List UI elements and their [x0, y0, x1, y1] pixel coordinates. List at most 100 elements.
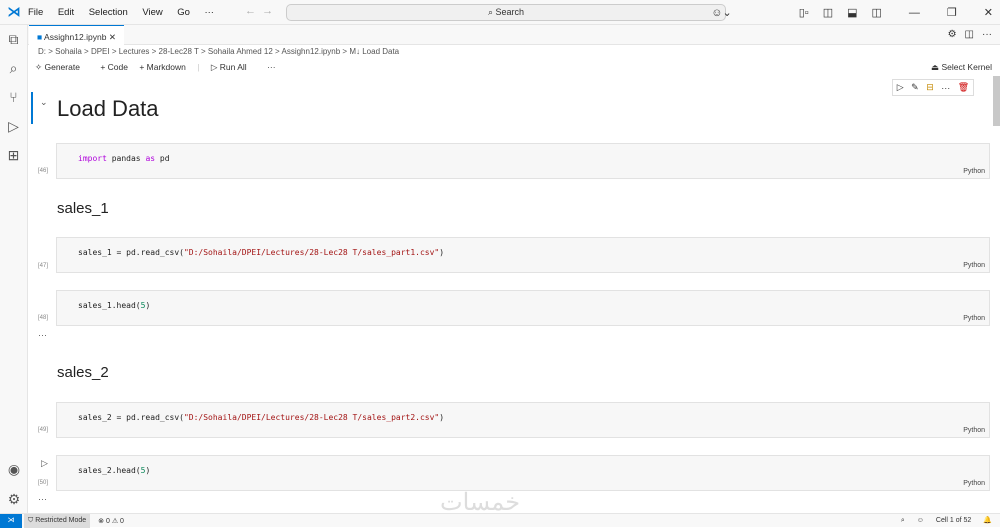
tab-bar: ■ Assighn12.ipynb ✕ ⚙ ◫ ···: [28, 25, 1000, 46]
split-editor-icon[interactable]: ◫: [965, 29, 974, 40]
code-cell[interactable]: sales_1.head(5) Python: [56, 290, 990, 326]
run-cell-icon[interactable]: ▷: [41, 458, 48, 469]
tab-close-icon[interactable]: ✕: [109, 32, 116, 42]
account-icon[interactable]: ◉: [0, 455, 28, 484]
menu-selection[interactable]: Selection: [89, 7, 128, 18]
menu-more[interactable]: ···: [204, 7, 214, 18]
copilot-status-icon[interactable]: ☺: [917, 517, 924, 524]
code-token: ): [439, 248, 445, 257]
crumb-sohaila-ahmed[interactable]: Sohaila Ahmed 12: [208, 47, 273, 56]
shield-icon: ⛉: [28, 516, 34, 524]
crumb-lec28[interactable]: 28-Lec28 T: [159, 47, 199, 56]
problems-indicator[interactable]: ⊗ 0 ⚠ 0: [98, 517, 124, 525]
execution-count: [49]: [38, 427, 49, 433]
title-bar: ⋊ File Edit Selection View Go ··· ← → ⌕ …: [0, 0, 1000, 25]
zoom-icon[interactable]: ⌕: [901, 517, 905, 524]
code-cell[interactable]: sales_1 = pd.read_csv("D:/Sohaila/DPEI/L…: [56, 237, 990, 273]
run-all-button[interactable]: ▷ Run All: [211, 62, 256, 72]
copilot-icon[interactable]: ☺⌄: [711, 6, 731, 19]
code-token: import: [78, 154, 107, 163]
vscode-logo-icon: ⋊: [7, 4, 21, 19]
code-cell[interactable]: sales_2.head(5) Python: [56, 455, 990, 491]
crumb-lectures[interactable]: Lectures: [119, 47, 150, 56]
run-debug-icon[interactable]: ▷: [0, 112, 27, 141]
heading-sales-1: sales_1: [57, 200, 109, 217]
cell-language[interactable]: Python: [963, 315, 985, 322]
code-cell[interactable]: import pandas as pd Python: [56, 143, 990, 179]
edit-icon[interactable]: ✎: [911, 82, 919, 93]
delete-icon[interactable]: 🗑: [958, 82, 969, 93]
close-icon[interactable]: ✕: [984, 6, 993, 19]
crumb-section[interactable]: M↓ Load Data: [349, 47, 399, 56]
code-string: "D:/Sohaila/DPEI/Lectures/28-Lec28 T/sal…: [183, 413, 440, 422]
toggle-sidebar-icon[interactable]: ◫: [823, 6, 833, 19]
crumb-file[interactable]: Assighn12.ipynb: [281, 47, 340, 56]
cell-language[interactable]: Python: [963, 262, 985, 269]
collapse-chevron-icon[interactable]: ⌄: [40, 97, 48, 108]
crumb-sohaila[interactable]: Sohaila: [55, 47, 82, 56]
cell-language[interactable]: Python: [963, 427, 985, 434]
minimize-icon[interactable]: —: [909, 7, 920, 19]
command-center-search[interactable]: ⌕ Search: [286, 4, 726, 21]
cell-language[interactable]: Python: [963, 168, 985, 175]
generate-button[interactable]: ✧ Generate: [35, 62, 89, 72]
menu-edit[interactable]: Edit: [58, 7, 74, 18]
cell-more-icon[interactable]: ···: [941, 83, 950, 93]
tab-label: Assighn12.ipynb: [44, 32, 107, 42]
code-token: sales_2.head(: [78, 466, 141, 475]
customize-layout-icon[interactable]: ▯▫: [799, 6, 809, 19]
restore-icon[interactable]: ❐: [947, 6, 957, 19]
heading-sales-2: sales_2: [57, 364, 109, 381]
run-cell-icon[interactable]: ▷: [897, 82, 904, 93]
explorer-icon[interactable]: ⧉: [0, 25, 27, 54]
heading-load-data: Load Data: [57, 96, 159, 121]
search-label: Search: [495, 7, 525, 17]
cell-position[interactable]: Cell 1 of 52: [936, 517, 971, 524]
code-token: ): [145, 466, 151, 475]
menu-go[interactable]: Go: [177, 7, 190, 18]
toggle-secondary-sidebar-icon[interactable]: ◫: [872, 6, 882, 19]
notebook-toolbar: ✧ Generate + Code + Markdown | ▷ Run All…: [35, 62, 276, 72]
source-control-icon[interactable]: ⑂: [0, 83, 27, 112]
selected-cell-indicator: [31, 92, 33, 124]
code-token: sales_2 = pd.read_csv(: [78, 413, 184, 422]
execution-count: [48]: [38, 315, 49, 321]
cell-language[interactable]: Python: [963, 480, 985, 487]
crumb-drive[interactable]: D:: [38, 47, 46, 56]
settings-gear-icon[interactable]: ⚙: [0, 485, 28, 514]
toolbar-more-button[interactable]: ···: [267, 62, 276, 72]
scrollbar[interactable]: [993, 76, 1000, 126]
menu-view[interactable]: View: [142, 7, 162, 18]
extensions-icon[interactable]: ⊞: [0, 141, 27, 170]
execution-count: [46]: [38, 168, 49, 174]
breadcrumb: D: > Sohaila > DPEI > Lectures > 28-Lec2…: [38, 47, 400, 56]
execution-count: [50]: [38, 480, 49, 486]
tab-notebook[interactable]: ■ Assighn12.ipynb ✕: [29, 25, 124, 46]
code-token: ): [145, 301, 151, 310]
toggle-panel-icon[interactable]: ⬓: [847, 6, 857, 19]
more-actions-icon[interactable]: ···: [982, 29, 992, 40]
collapsed-output[interactable]: ···: [38, 494, 47, 504]
split-cell-icon[interactable]: ⊟: [926, 82, 934, 93]
notifications-icon[interactable]: 🔔: [983, 517, 992, 524]
code-cell[interactable]: sales_2 = pd.read_csv("D:/Sohaila/DPEI/L…: [56, 402, 990, 438]
kernel-icon: ⏏: [931, 62, 940, 72]
cell-toolbar: ▷ ✎ ⊟ ··· 🗑: [892, 79, 974, 96]
code-token: ): [439, 413, 445, 422]
crumb-dpei[interactable]: DPEI: [91, 47, 110, 56]
code-token: sales_1 = pd.read_csv(: [78, 248, 184, 257]
menu-file[interactable]: File: [28, 7, 43, 18]
activity-bar: ⧉ ⌕ ⑂ ▷ ⊞ ◉ ⚙: [0, 25, 28, 513]
menu-bar: File Edit Selection View Go ···: [28, 7, 226, 18]
back-arrow-icon[interactable]: ←: [245, 5, 256, 17]
execution-count: [47]: [38, 263, 49, 269]
add-code-button[interactable]: + Code: [100, 62, 128, 72]
select-kernel-button[interactable]: ⏏ Select Kernel: [931, 62, 992, 73]
add-markdown-button[interactable]: + Markdown: [139, 62, 186, 72]
search-icon[interactable]: ⌕: [0, 54, 27, 83]
forward-arrow-icon[interactable]: →: [262, 5, 273, 17]
remote-icon[interactable]: ⋊: [0, 513, 22, 528]
collapsed-output[interactable]: ···: [38, 330, 47, 340]
gear-icon[interactable]: ⚙: [948, 29, 957, 40]
restricted-mode[interactable]: ⛉ Restricted Mode: [24, 513, 91, 528]
